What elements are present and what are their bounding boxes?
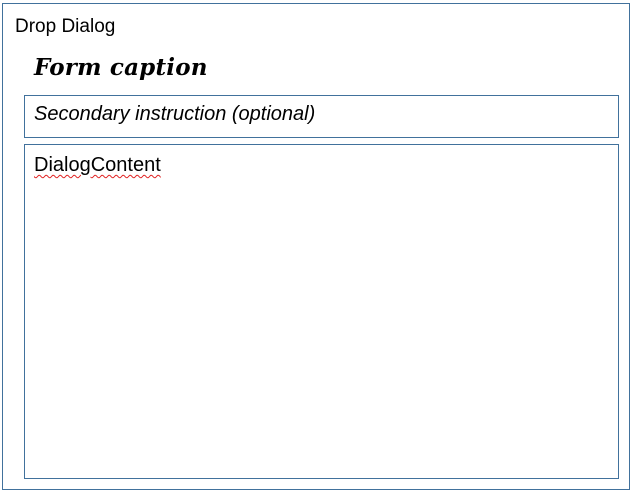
secondary-instruction-text: Secondary instruction (optional) — [34, 103, 316, 125]
dialog-title: Drop Dialog — [15, 16, 116, 37]
form-caption: Form caption — [34, 54, 208, 81]
dialog-content-text: DialogContent — [34, 154, 161, 176]
secondary-instruction-box: Secondary instruction (optional) — [24, 95, 619, 138]
dialog-content-area[interactable]: DialogContent — [24, 144, 619, 479]
